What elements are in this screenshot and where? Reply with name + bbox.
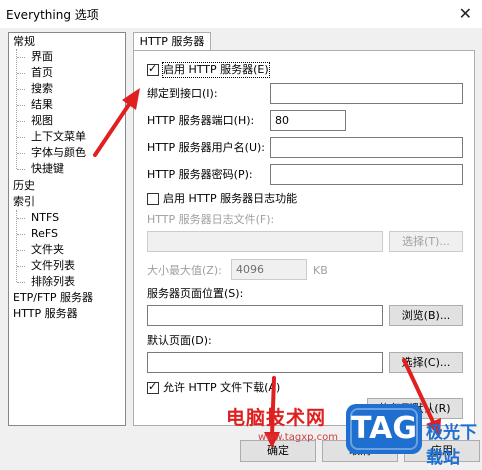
tree-item-folders[interactable]: 文件夹 — [31, 243, 64, 257]
window-title: Everything 选项 — [6, 8, 99, 22]
tree-item-history[interactable]: 历史 — [13, 179, 35, 193]
tree-item-ui[interactable]: 界面 — [31, 50, 53, 64]
max-size-label: 大小最大值(Z): — [147, 264, 222, 277]
bind-interface-label: 绑定到接口(I): — [147, 87, 218, 100]
allow-download-label[interactable]: 允许 HTTP 文件下载(A) — [163, 381, 280, 395]
page-location-label: 服务器页面位置(S): — [147, 287, 244, 300]
tree-item-hotkeys[interactable]: 快捷键 — [31, 162, 64, 176]
tree-item-context-menu[interactable]: 上下文菜单 — [31, 130, 86, 144]
ok-button[interactable]: 确定 — [240, 440, 316, 462]
tree-item-etp-ftp[interactable]: ETP/FTP 服务器 — [13, 291, 93, 305]
watermark-site: 极光下载站 — [426, 423, 477, 468]
log-file-input[interactable] — [147, 231, 383, 252]
watermark-tag-logo: TAG — [346, 404, 422, 454]
max-size-unit: KB — [313, 264, 328, 277]
max-size-input[interactable]: 4096 — [231, 259, 307, 280]
tree-item-exclude[interactable]: 排除列表 — [31, 275, 75, 289]
enable-log-checkbox[interactable] — [147, 193, 159, 205]
tree-item-general[interactable]: 常规 — [13, 35, 35, 49]
tree-item-results[interactable]: 结果 — [31, 98, 53, 112]
settings-tree: 常规 界面 首页 搜索 结果 视图 上下文菜单 字体与颜色 快捷键 历史 索引 … — [8, 32, 126, 426]
log-file-label: HTTP 服务器日志文件(F): — [147, 213, 275, 226]
allow-download-checkbox[interactable] — [147, 380, 159, 394]
watermark-tag-text: TAG — [351, 411, 417, 446]
tab-http-server[interactable]: HTTP 服务器 — [133, 32, 211, 51]
username-input[interactable] — [270, 137, 463, 158]
tree-item-search[interactable]: 搜索 — [31, 82, 53, 96]
password-input[interactable] — [270, 164, 463, 185]
default-page-label: 默认页面(D): — [147, 334, 212, 347]
tree-item-fonts-colors[interactable]: 字体与颜色 — [31, 146, 86, 160]
page-location-browse-button[interactable]: 浏览(B)... — [389, 305, 463, 326]
enable-http-label[interactable]: 启用 HTTP 服务器(E) — [162, 62, 270, 78]
watermark-url: www.tagxp.com — [258, 432, 338, 443]
tree-item-home[interactable]: 首页 — [31, 66, 53, 80]
tree-item-view[interactable]: 视图 — [31, 114, 53, 128]
port-label: HTTP 服务器端口(H): — [147, 114, 255, 127]
port-input[interactable]: 80 — [270, 110, 346, 131]
default-page-select-button[interactable]: 选择(C)... — [389, 352, 463, 373]
enable-log-label[interactable]: 启用 HTTP 服务器日志功能 — [163, 192, 297, 206]
enable-http-checkbox[interactable] — [147, 62, 159, 76]
tree-guide-general — [16, 49, 17, 169]
tree-item-ntfs[interactable]: NTFS — [31, 211, 59, 225]
close-icon[interactable]: ✕ — [459, 4, 472, 23]
page-location-input[interactable] — [147, 305, 383, 326]
log-file-select-button[interactable]: 选择(T)... — [389, 231, 463, 252]
password-label: HTTP 服务器密码(P): — [147, 168, 253, 181]
tree-item-refs[interactable]: ReFS — [31, 227, 58, 241]
username-label: HTTP 服务器用户名(U): — [147, 141, 265, 154]
default-page-input[interactable] — [147, 352, 383, 373]
tree-item-http-server[interactable]: HTTP 服务器 — [13, 307, 78, 321]
watermark-text: 电脑技术网 — [226, 407, 327, 429]
tree-item-file-lists[interactable]: 文件列表 — [31, 259, 75, 273]
title-bar: Everything 选项 ✕ — [0, 0, 482, 28]
tree-guide-index — [16, 210, 17, 282]
bind-interface-input[interactable] — [270, 83, 463, 104]
tree-item-index[interactable]: 索引 — [13, 195, 35, 209]
